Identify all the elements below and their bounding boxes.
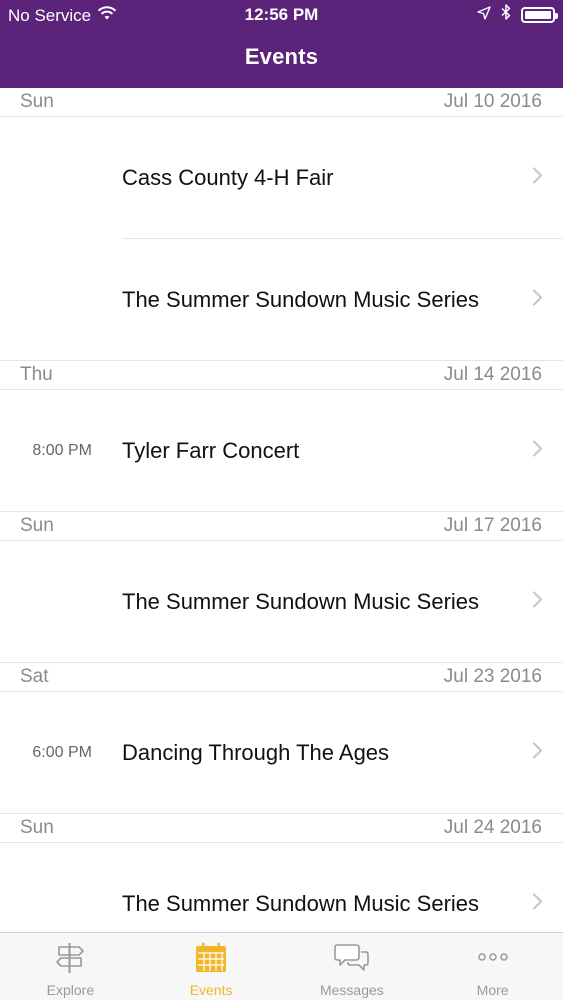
battery-icon — [521, 6, 558, 23]
section-day: Sat — [20, 666, 49, 687]
chevron-right-icon — [532, 440, 543, 463]
event-time: 8:00 PM — [32, 442, 92, 459]
event-title: The Summer Sundown Music Series — [122, 589, 480, 614]
tab-bar: Explore Events Messages More — [0, 932, 563, 1000]
tab-label: Events — [189, 982, 233, 998]
chevron-right-icon — [532, 167, 543, 190]
tab-label: Explore — [46, 982, 95, 998]
section-date: Jul 14 2016 — [443, 364, 542, 385]
tab-label: More — [476, 982, 509, 998]
section-day: Thu — [20, 364, 53, 385]
section-header: Sun Jul 10 2016 — [0, 88, 563, 117]
event-title: The Summer Sundown Music Series — [122, 287, 480, 312]
app: No Service 12:56 PM Events Sun Jul 10 20… — [0, 0, 563, 1000]
section-header: Sun Jul 17 2016 — [0, 512, 563, 541]
event-time: 6:00 PM — [32, 744, 92, 761]
event-row[interactable]: The Summer Sundown Music Series — [0, 843, 563, 932]
section-day: Sun — [20, 515, 54, 536]
event-row[interactable]: Cass County 4-H Fair — [0, 117, 563, 239]
event-row[interactable]: 6:00 PM Dancing Through The Ages — [0, 692, 563, 814]
section-date: Jul 23 2016 — [443, 666, 542, 687]
calendar-icon — [194, 941, 228, 978]
section-header: Sun Jul 24 2016 — [0, 814, 563, 843]
tab-label: Messages — [319, 982, 384, 998]
section-date: Jul 10 2016 — [443, 91, 542, 112]
chevron-right-icon — [532, 742, 543, 765]
chevron-right-icon — [532, 893, 543, 916]
status-bar: No Service 12:56 PM — [0, 0, 563, 30]
chat-bubbles-icon — [334, 941, 370, 978]
page-title: Events — [244, 44, 319, 69]
tab-explore[interactable]: Explore — [0, 933, 141, 1000]
section-date: Jul 17 2016 — [443, 515, 542, 536]
signpost-icon — [53, 941, 87, 978]
location-arrow-icon — [477, 5, 491, 25]
event-title: Dancing Through The Ages — [122, 740, 390, 765]
event-title: The Summer Sundown Music Series — [122, 891, 480, 916]
more-dots-icon — [475, 941, 511, 978]
tab-more[interactable]: More — [422, 933, 563, 1000]
tab-messages[interactable]: Messages — [282, 933, 423, 1000]
chevron-right-icon — [532, 289, 543, 312]
event-row[interactable]: 8:00 PM Tyler Farr Concert — [0, 390, 563, 512]
section-date: Jul 24 2016 — [443, 817, 542, 838]
status-right — [477, 4, 558, 25]
section-day: Sun — [20, 91, 54, 112]
section-header: Thu Jul 14 2016 — [0, 361, 563, 390]
section-header: Sat Jul 23 2016 — [0, 663, 563, 692]
event-row[interactable]: The Summer Sundown Music Series — [0, 541, 563, 663]
event-title: Cass County 4-H Fair — [122, 165, 334, 190]
event-row[interactable]: The Summer Sundown Music Series — [0, 239, 563, 361]
event-title: Tyler Farr Concert — [122, 438, 300, 463]
events-list[interactable]: Sun Jul 10 2016 Cass County 4-H Fair The… — [0, 88, 563, 932]
tab-events[interactable]: Events — [141, 933, 282, 1000]
chevron-right-icon — [532, 591, 543, 614]
bluetooth-icon — [501, 4, 511, 25]
navigation-bar: No Service 12:56 PM Events — [0, 0, 563, 88]
section-day: Sun — [20, 817, 54, 838]
